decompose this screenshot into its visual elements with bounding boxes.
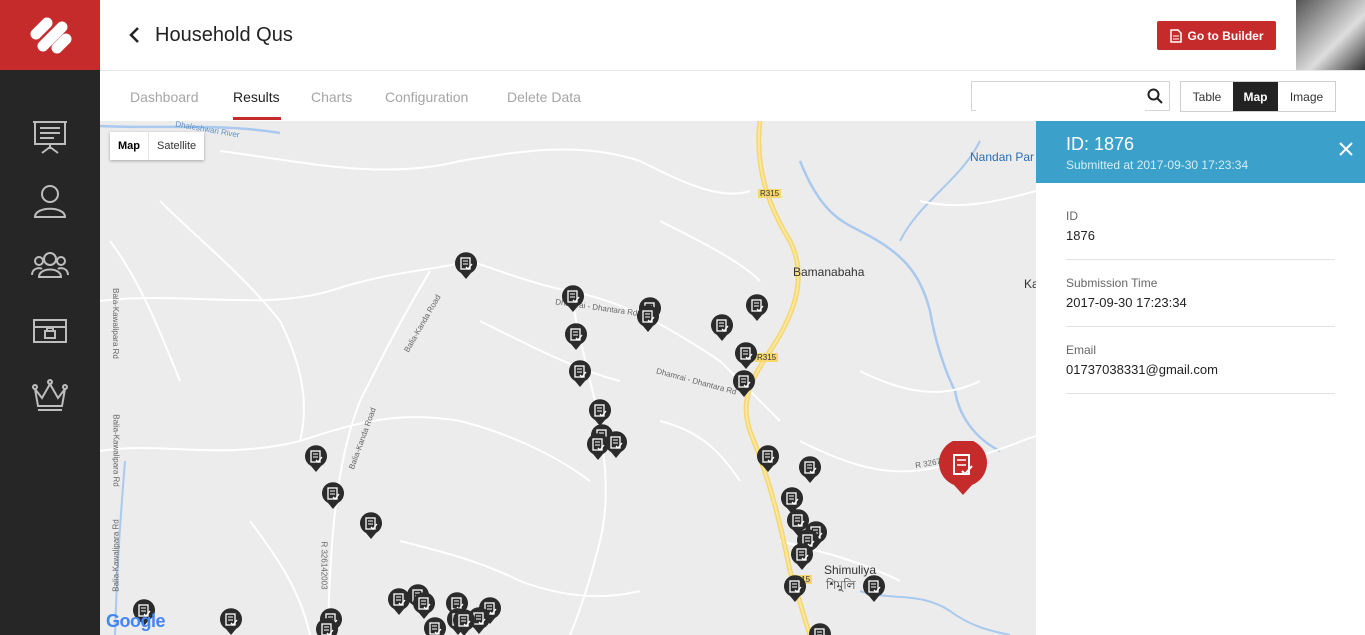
- submission-marker-icon[interactable]: [561, 285, 585, 313]
- close-icon[interactable]: [1338, 141, 1354, 162]
- field-value: 01737038331@gmail.com: [1066, 362, 1218, 377]
- tab-configuration[interactable]: Configuration: [385, 89, 468, 105]
- submission-marker-icon[interactable]: [315, 618, 339, 635]
- top-bar: Household Qus Go to Builder: [100, 0, 1365, 71]
- avatar[interactable]: [1296, 0, 1365, 70]
- map-type-satellite-button[interactable]: Satellite: [148, 132, 204, 160]
- view-toggle: Table Map Image: [1180, 81, 1336, 112]
- active-tab-indicator: [233, 117, 281, 120]
- road-label: Balia-Kawalipara Rd: [111, 519, 121, 592]
- tab-charts[interactable]: Charts: [311, 89, 352, 105]
- map-type-control: Map Satellite: [110, 132, 205, 160]
- presentation-icon[interactable]: [30, 116, 70, 156]
- submission-marker-icon[interactable]: [756, 445, 780, 473]
- back-chevron-icon[interactable]: [128, 24, 142, 51]
- crown-icon[interactable]: [30, 376, 70, 416]
- tab-results[interactable]: Results: [233, 89, 280, 105]
- map-view-button[interactable]: Map: [1233, 82, 1278, 111]
- road-label: R 326142003: [319, 541, 329, 590]
- user-icon[interactable]: [30, 181, 70, 221]
- tab-dashboard[interactable]: Dashboard: [130, 89, 199, 105]
- map-canvas[interactable]: Map Satellite Nandan Par Bamanabaha Shim…: [100, 121, 1036, 635]
- road-label: Bala-Kawalipara Rd: [110, 288, 120, 359]
- google-logo: Google: [106, 611, 166, 631]
- place-label: শিমুলি: [826, 578, 856, 592]
- submission-marker-icon[interactable]: [732, 370, 756, 398]
- road-label: Balia-Kawalipara Rd: [111, 414, 121, 487]
- submitted-at-text: Submitted at 2017-09-30 17:23:34: [1066, 158, 1249, 172]
- id-card-icon[interactable]: [30, 311, 70, 351]
- tab-delete-data[interactable]: Delete Data: [507, 89, 581, 105]
- place-label: Bamanabaha: [793, 265, 865, 279]
- tabs-bar: Dashboard Results Charts Configuration D…: [100, 71, 1365, 122]
- panel-header: ID: 1876 Submitted at 2017-09-30 17:23:3…: [1036, 121, 1365, 183]
- submission-marker-icon[interactable]: [219, 608, 243, 635]
- submission-marker-icon[interactable]: [790, 543, 814, 571]
- submission-marker-icon[interactable]: [604, 431, 628, 459]
- field-id: ID 1876: [1066, 193, 1335, 260]
- page-title: Household Qus: [155, 24, 293, 46]
- field-value: 2017-09-30 17:23:34: [1066, 295, 1187, 310]
- table-view-button[interactable]: Table: [1181, 82, 1233, 111]
- map-type-map-button[interactable]: Map: [110, 132, 148, 160]
- users-icon[interactable]: [30, 246, 70, 286]
- submission-marker-icon[interactable]: [710, 314, 734, 342]
- submission-marker-icon[interactable]: [798, 456, 822, 484]
- field-label: Submission Time: [1066, 276, 1158, 290]
- selected-marker-icon[interactable]: [938, 438, 988, 497]
- submission-marker-icon[interactable]: [636, 305, 660, 333]
- field-email: Email 01737038331@gmail.com: [1066, 327, 1335, 394]
- place-label: Nandan Par: [970, 150, 1035, 164]
- sidebar: [0, 0, 100, 635]
- submission-marker-icon[interactable]: [568, 360, 592, 388]
- submission-marker-icon[interactable]: [564, 323, 588, 351]
- field-value: 1876: [1066, 228, 1095, 243]
- go-to-builder-button[interactable]: Go to Builder: [1157, 21, 1276, 50]
- search-icon[interactable]: [1147, 88, 1163, 109]
- search-box: [971, 81, 1170, 111]
- logo-icon[interactable]: [0, 0, 100, 70]
- submission-marker-icon[interactable]: [304, 445, 328, 473]
- road-shield: R315: [755, 353, 779, 362]
- submission-marker-icon[interactable]: [412, 592, 436, 620]
- submission-detail-panel: ID: 1876 Submitted at 2017-09-30 17:23:3…: [1036, 121, 1365, 635]
- search-input[interactable]: [976, 83, 1145, 111]
- go-to-builder-label: Go to Builder: [1187, 28, 1264, 43]
- submission-marker-icon[interactable]: [359, 512, 383, 540]
- field-label: ID: [1066, 209, 1078, 223]
- submission-marker-icon[interactable]: [321, 482, 345, 510]
- field-label: Email: [1066, 343, 1097, 357]
- road-shield: R315: [758, 189, 782, 198]
- submission-marker-icon[interactable]: [734, 342, 758, 370]
- submission-marker-icon[interactable]: [588, 399, 612, 427]
- document-icon: [1169, 28, 1182, 43]
- submission-marker-icon[interactable]: [423, 617, 447, 635]
- submission-marker-icon[interactable]: [783, 575, 807, 603]
- submission-marker-icon[interactable]: [454, 252, 478, 280]
- submission-marker-icon[interactable]: [452, 609, 476, 635]
- submission-id-title: ID: 1876: [1066, 134, 1135, 154]
- submission-marker-icon[interactable]: [745, 294, 769, 322]
- place-label: Ka: [1024, 277, 1036, 291]
- field-submission-time: Submission Time 2017-09-30 17:23:34: [1066, 260, 1335, 327]
- image-view-button[interactable]: Image: [1278, 82, 1335, 111]
- submission-marker-icon[interactable]: [862, 575, 886, 603]
- submission-marker-icon[interactable]: [808, 623, 832, 635]
